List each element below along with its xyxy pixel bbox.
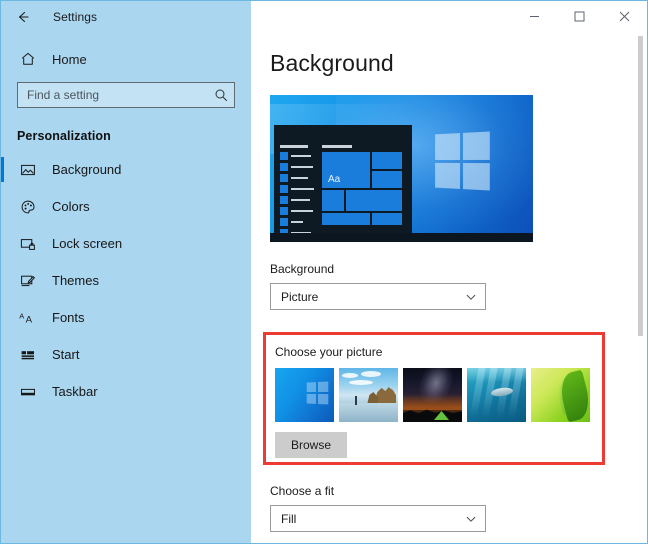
taskbar-icon [17, 382, 39, 402]
sidebar-item-label: Taskbar [52, 384, 98, 399]
back-arrow-icon [19, 11, 29, 22]
window-controls [251, 1, 647, 32]
svg-text:A: A [19, 311, 24, 320]
main-content: Background Aa Background Picture Choose … [251, 32, 647, 543]
selection-accent-bar [1, 157, 4, 182]
content-scrollbar[interactable] [638, 36, 643, 336]
home-icon [17, 49, 39, 69]
fit-value: Fill [281, 511, 297, 526]
sidebar-item-lock-screen[interactable]: Lock screen [1, 225, 251, 262]
picture-thumbnail-underwater[interactable] [467, 368, 526, 422]
choose-picture-label: Choose your picture [275, 345, 383, 359]
background-type-select[interactable]: Picture [270, 283, 486, 310]
browse-button[interactable]: Browse [275, 432, 347, 458]
start-tiles-icon [17, 345, 39, 365]
windows-logo-icon [435, 131, 490, 191]
sidebar-item-colors[interactable]: Colors [1, 188, 251, 225]
preview-tile-text: Aa [328, 174, 341, 185]
search-input[interactable] [27, 84, 214, 106]
back-button[interactable] [1, 1, 45, 32]
choose-picture-highlight: Choose your picture Browse [263, 332, 605, 465]
sidebar-item-fonts[interactable]: A A Fonts [1, 299, 251, 336]
selection-accent-bar [1, 231, 4, 256]
sidebar-item-label: Lock screen [52, 236, 123, 251]
sidebar-section-title: Personalization [17, 129, 111, 143]
lock-screen-icon [17, 234, 39, 254]
sidebar-item-themes[interactable]: Themes [1, 262, 251, 299]
fit-field-label: Choose a fit [270, 484, 335, 498]
picture-thumbnail-list [275, 368, 602, 422]
image-icon [17, 160, 39, 180]
picture-thumbnail-windows-hero[interactable] [275, 368, 334, 422]
maximize-button[interactable] [557, 1, 602, 32]
background-field: Background Picture [270, 262, 647, 310]
window-body: Home Personalization [1, 32, 647, 543]
sidebar-item-background[interactable]: Background [1, 151, 251, 188]
preview-taskbar [270, 233, 533, 242]
sidebar-item-label: Start [52, 347, 80, 362]
chevron-down-icon [465, 291, 477, 303]
selection-accent-bar [1, 268, 4, 293]
preview-start-menu: Aa [274, 125, 412, 237]
sidebar: Home Personalization [1, 32, 251, 543]
close-button[interactable] [602, 1, 647, 32]
selection-accent-bar [1, 379, 4, 404]
picture-thumbnail-beach-rock-formation[interactable] [339, 368, 398, 422]
sidebar-item-label: Fonts [52, 310, 85, 325]
search-box[interactable] [17, 82, 235, 108]
background-type-value: Picture [281, 289, 319, 304]
fit-select[interactable]: Fill [270, 505, 486, 532]
search-icon [214, 88, 228, 102]
chevron-down-icon [465, 513, 477, 525]
desktop-preview: Aa [270, 95, 533, 242]
window-title: Settings [53, 9, 98, 24]
fit-field: Choose a fit Fill [270, 484, 486, 532]
sidebar-home-label: Home [52, 51, 87, 67]
page-title: Background [270, 50, 394, 76]
minimize-icon [530, 16, 539, 17]
selection-accent-bar [1, 342, 4, 367]
picture-thumbnail-green-leaf[interactable] [531, 368, 590, 422]
background-field-label: Background [270, 262, 335, 276]
content-inner: Background Aa Background Picture [251, 32, 647, 310]
title-bar: Settings [1, 1, 647, 32]
selection-accent-bar [1, 194, 4, 219]
sidebar-item-start[interactable]: Start [1, 336, 251, 373]
close-icon [619, 11, 630, 22]
maximize-icon [574, 11, 585, 22]
fonts-aa-icon: A A [17, 308, 39, 328]
sidebar-item-label: Colors [52, 199, 90, 214]
minimize-button[interactable] [512, 1, 557, 32]
preview-app-list [280, 145, 316, 240]
themes-brush-icon [17, 271, 39, 291]
settings-window: Settings Home Find a setting Personaliza… [0, 0, 648, 544]
sidebar-item-label: Themes [52, 273, 99, 288]
picture-thumbnail-night-sky-camping[interactable] [403, 368, 462, 422]
selection-accent-bar [1, 305, 4, 330]
preview-tiles: Aa [322, 145, 404, 232]
title-bar-left: Settings [1, 1, 251, 32]
sidebar-item-home[interactable]: Home [1, 42, 251, 76]
svg-text:A: A [26, 314, 33, 325]
sidebar-item-label: Background [52, 162, 122, 177]
palette-icon [17, 197, 39, 217]
sidebar-item-taskbar[interactable]: Taskbar [1, 373, 251, 410]
